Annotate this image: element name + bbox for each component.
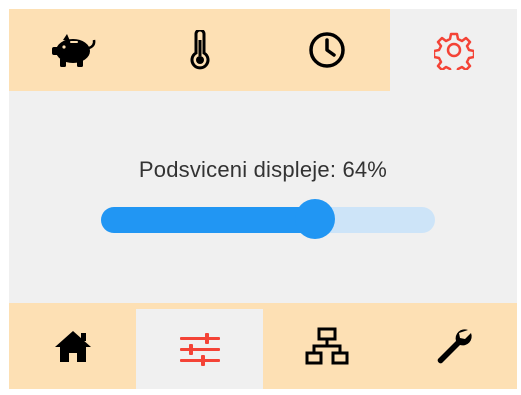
thermometer-icon [188, 30, 212, 70]
slider-fill [101, 207, 328, 233]
wrench-icon [434, 326, 474, 366]
tab-tools[interactable] [390, 303, 517, 389]
tab-adjustments[interactable] [136, 309, 263, 389]
device-screen: Podsviceni displeje: 64% [9, 9, 517, 389]
tab-schedule[interactable] [263, 9, 390, 91]
tab-savings[interactable] [9, 9, 136, 91]
tab-network[interactable] [263, 303, 390, 389]
bottom-tab-bar [9, 303, 517, 389]
slider-handle[interactable] [294, 199, 335, 239]
tab-settings[interactable] [390, 9, 517, 91]
sliders-icon [178, 331, 222, 367]
tab-temperature[interactable] [136, 9, 263, 91]
clock-icon [307, 30, 347, 70]
gear-icon [433, 30, 474, 70]
tab-home[interactable] [9, 303, 136, 389]
settings-panel: Podsviceni displeje: 64% [9, 91, 517, 303]
backlight-slider[interactable] [101, 199, 435, 239]
piggy-bank-icon [49, 30, 97, 70]
backlight-label: Podsviceni displeje: 64% [138, 157, 388, 182]
top-tab-bar [9, 9, 517, 91]
network-icon [305, 327, 349, 365]
home-icon [53, 328, 93, 364]
